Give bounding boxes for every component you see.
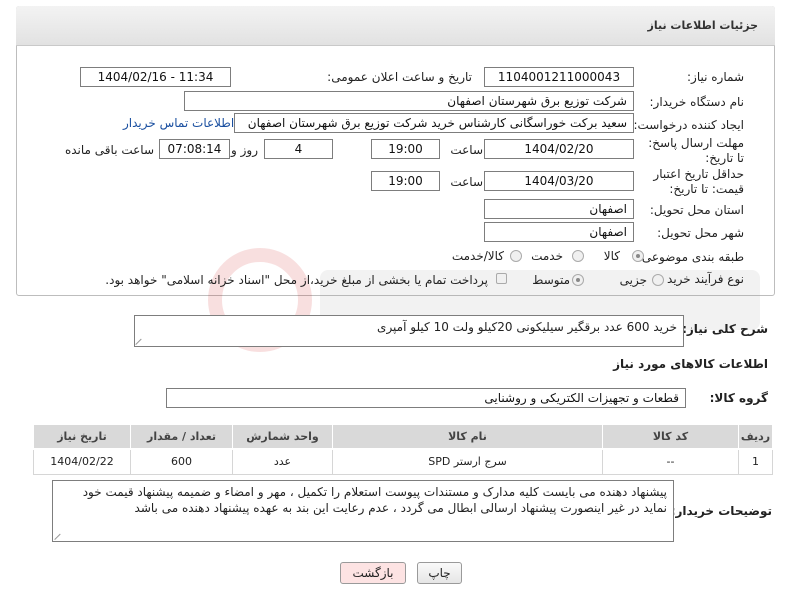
process-option-minor: جزیی bbox=[619, 273, 647, 287]
items-table: ردیف کد کالا نام کالا واحد شمارش تعداد /… bbox=[33, 424, 773, 475]
buyer-notes-field[interactable]: پیشنهاد دهنده می بایست کلیه مدارک و مستن… bbox=[52, 480, 674, 542]
price-validity-date-field[interactable]: 1404/03/20 bbox=[484, 171, 634, 191]
delivery-city-field[interactable]: اصفهان bbox=[484, 222, 634, 242]
response-time-field[interactable]: 19:00 bbox=[371, 139, 440, 159]
col-name: نام کالا bbox=[332, 424, 603, 450]
announce-datetime-field[interactable]: 1404/02/16 - 11:34 bbox=[80, 67, 231, 87]
requester-label: ایجاد کننده درخواست: bbox=[633, 118, 744, 132]
buyer-notes-label: توضیحات خریدار: bbox=[670, 504, 772, 518]
cell-name: سرج ارستر SPD bbox=[332, 448, 603, 475]
remaining-label: ساعت باقی مانده bbox=[64, 143, 154, 157]
category-option-goods: کالا bbox=[603, 249, 620, 263]
response-date-field[interactable]: 1404/02/20 bbox=[484, 139, 634, 159]
category-option-service: خدمت bbox=[531, 249, 563, 263]
category-radio-goods[interactable] bbox=[632, 250, 644, 262]
col-unit: واحد شمارش bbox=[232, 424, 333, 450]
col-code: کد کالا bbox=[602, 424, 739, 450]
cell-row: 1 bbox=[738, 448, 773, 475]
buyer-contact-link[interactable]: اطلاعات تماس خریدار bbox=[123, 116, 234, 130]
description-label: شرح کلی نیاز: bbox=[682, 322, 768, 336]
cell-code: -- bbox=[602, 448, 739, 475]
table-row[interactable]: 1 -- سرج ارستر SPD عدد 600 1404/02/22 bbox=[33, 448, 773, 475]
response-deadline-label: مهلت ارسال پاسخ: تا تاریخ: bbox=[648, 136, 744, 165]
resize-grip-icon[interactable] bbox=[136, 337, 144, 345]
process-radio-medium[interactable] bbox=[572, 274, 584, 286]
goods-group-field[interactable]: قطعات و تجهیزات الکتریکی و روشنایی bbox=[166, 388, 686, 408]
delivery-province-label: استان محل تحویل: bbox=[649, 203, 744, 217]
price-validity-time-field[interactable]: 19:00 bbox=[371, 171, 440, 191]
col-date: تاریخ نیاز bbox=[33, 424, 131, 450]
need-number-field[interactable]: 1104001211000043 bbox=[484, 67, 634, 87]
category-option-goods-service: کالا/خدمت bbox=[451, 249, 504, 263]
treasury-payment-checkbox[interactable] bbox=[496, 273, 507, 284]
cell-qty: 600 bbox=[130, 448, 233, 475]
delivery-city-label: شهر محل تحویل: bbox=[657, 226, 744, 240]
announce-datetime-label: تاریخ و ساعت اعلان عمومی: bbox=[327, 70, 472, 84]
delivery-province-field[interactable]: اصفهان bbox=[484, 199, 634, 219]
col-row: ردیف bbox=[738, 424, 773, 450]
description-field[interactable]: خرید 600 عدد برقگیر سیلیکونی 20کیلو ولت … bbox=[134, 315, 684, 347]
resize-grip-icon[interactable] bbox=[55, 532, 63, 540]
buyer-org-field[interactable]: شرکت توزیع برق شهرستان اصفهان bbox=[184, 91, 634, 111]
price-validity-label: حداقل تاریخ اعتبار قیمت: تا تاریخ: bbox=[653, 167, 744, 196]
panel-title: جزئیات اطلاعات نیاز bbox=[647, 19, 759, 32]
goods-info-title: اطلاعات کالاهای مورد نیاز bbox=[613, 357, 768, 371]
category-radio-service[interactable] bbox=[572, 250, 584, 262]
cell-date: 1404/02/22 bbox=[33, 448, 131, 475]
need-number-label: شماره نیاز: bbox=[687, 70, 744, 84]
cell-unit: عدد bbox=[232, 448, 333, 475]
days-field[interactable]: 4 bbox=[264, 139, 333, 159]
category-radio-goods-service[interactable] bbox=[510, 250, 522, 262]
col-qty: تعداد / مقدار bbox=[130, 424, 233, 450]
process-type-label: نوع فرآیند خرید : bbox=[659, 272, 744, 286]
goods-group-label: گروه کالا: bbox=[709, 391, 768, 405]
remaining-time-field[interactable]: 07:08:14 bbox=[159, 139, 230, 159]
requester-field[interactable]: سعید برکت خوراسگانی کارشناس خرید شرکت تو… bbox=[234, 113, 634, 133]
response-time-label: ساعت bbox=[450, 143, 483, 157]
table-header-row: ردیف کد کالا نام کالا واحد شمارش تعداد /… bbox=[33, 424, 773, 450]
print-button[interactable]: چاپ bbox=[417, 562, 462, 584]
buyer-org-label: نام دستگاه خریدار: bbox=[649, 95, 745, 109]
back-button[interactable]: بازگشت bbox=[340, 562, 406, 584]
category-label: طبقه بندی موضوعی: bbox=[637, 250, 744, 264]
process-radio-minor[interactable] bbox=[652, 274, 664, 286]
process-option-medium: متوسط bbox=[532, 273, 570, 287]
days-label: روز و bbox=[231, 143, 258, 157]
price-validity-time-label: ساعت bbox=[450, 175, 483, 189]
treasury-payment-note: پرداخت تمام یا بخشی از مبلغ خرید،از محل … bbox=[105, 273, 488, 287]
